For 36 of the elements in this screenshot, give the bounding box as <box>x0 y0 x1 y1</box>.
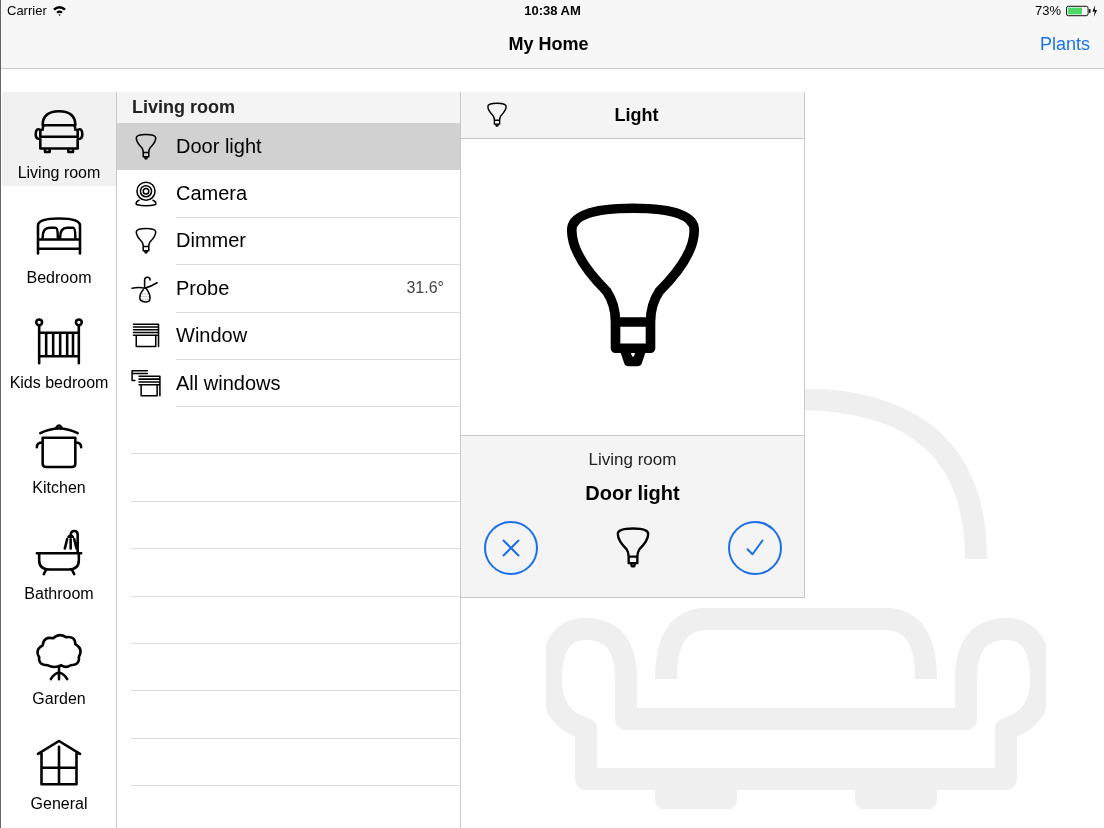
room-label: Bedroom <box>26 269 92 288</box>
window-blinds-icon <box>129 367 163 400</box>
plants-link[interactable]: Plants <box>1010 32 1090 58</box>
device-label: Probe <box>176 276 230 300</box>
device-row[interactable]: Door light <box>117 123 460 171</box>
device-label: Door light <box>176 134 262 158</box>
device-label: Camera <box>176 182 248 206</box>
room-label: General <box>30 794 88 813</box>
room-tab[interactable]: Garden <box>2 617 116 723</box>
room-label: Bathroom <box>24 584 94 603</box>
device-label: All windows <box>176 371 281 395</box>
status-time: 10:38 AM <box>524 3 581 19</box>
cancel-button[interactable] <box>483 521 538 575</box>
wifi-icon <box>51 5 67 17</box>
device-label: Dimmer <box>176 229 246 253</box>
confirm-button[interactable] <box>727 521 782 575</box>
room-label: Garden <box>32 689 86 708</box>
room-tab[interactable]: Bathroom <box>2 512 116 618</box>
battery-charging-icon <box>1066 4 1098 17</box>
room-tab[interactable]: Kids bedroom <box>2 302 116 408</box>
carrier-label: Carrier <box>7 3 47 19</box>
room-tab[interactable]: General <box>2 722 116 828</box>
device-label: Window <box>176 324 248 348</box>
room-name: Living room <box>588 450 677 470</box>
room-tab[interactable]: Bedroom <box>2 197 116 303</box>
room-label: Living room <box>17 164 101 182</box>
room-tab[interactable]: Kitchen <box>2 407 116 513</box>
room-label: Kitchen <box>32 479 86 498</box>
battery-percent: 73% <box>1034 3 1061 19</box>
nav-title: My Home <box>508 34 589 56</box>
section-header: Living room <box>117 92 460 123</box>
room-tab[interactable]: Living room <box>2 92 116 186</box>
room-label: Kids bedroom <box>9 374 109 393</box>
device-reading: 31.6° <box>406 279 444 298</box>
device-name: Door light <box>585 482 680 505</box>
detail-title: Light <box>614 104 659 126</box>
